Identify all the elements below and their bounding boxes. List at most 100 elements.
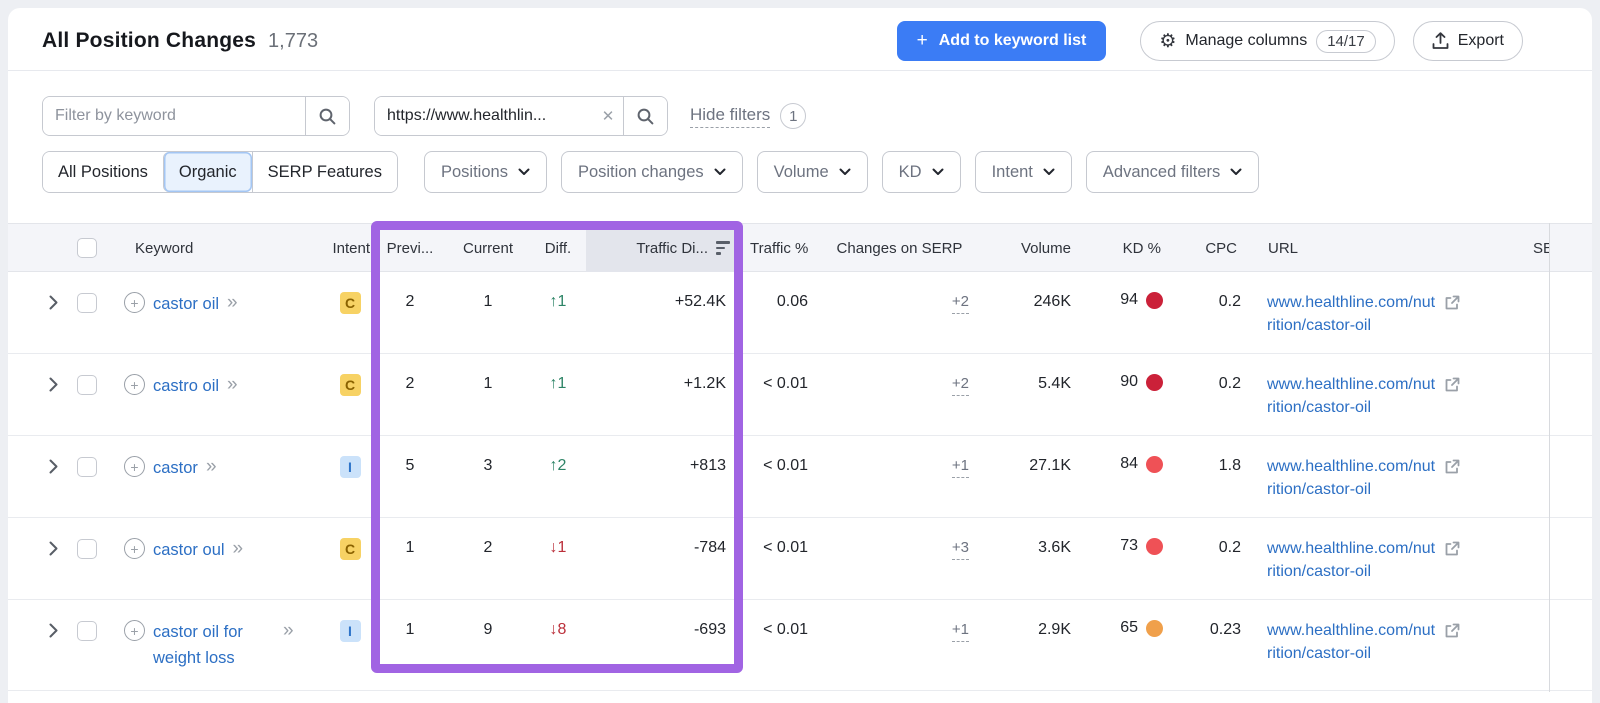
keyword-link[interactable]: castor oil for weight loss xyxy=(153,619,275,671)
intent-filter-dropdown[interactable]: Intent xyxy=(975,151,1072,193)
url-link[interactable]: www.healthline.com/nut xyxy=(1267,455,1435,478)
pinned-column-divider xyxy=(1549,223,1550,692)
col-header-kd[interactable]: KD % xyxy=(1073,240,1167,257)
col-header-traffic-diff[interactable]: Traffic Di... xyxy=(586,224,742,272)
expand-row-button[interactable] xyxy=(8,436,66,474)
url-cell: www.healthline.com/nut rition/castor-oil xyxy=(1241,272,1513,337)
double-chevron-icon[interactable]: » xyxy=(206,455,217,479)
row-checkbox[interactable] xyxy=(77,293,97,313)
external-link-icon[interactable] xyxy=(1444,458,1461,475)
serp-changes-link[interactable]: +3 xyxy=(952,539,969,560)
traffic-diff-value: -693 xyxy=(586,600,742,639)
url-filter-input[interactable] xyxy=(375,97,593,135)
previous-position: 2 xyxy=(374,354,446,393)
add-keyword-icon[interactable]: + xyxy=(124,620,145,641)
serp-changes-link[interactable]: +1 xyxy=(952,621,969,642)
url-link[interactable]: www.healthline.com/nut xyxy=(1267,291,1435,314)
add-keyword-icon[interactable]: + xyxy=(124,292,145,313)
col-header-keyword[interactable]: Keyword xyxy=(108,240,326,257)
url-link[interactable]: www.healthline.com/nut xyxy=(1267,619,1435,642)
intent-badge: I xyxy=(340,620,361,642)
col-header-url[interactable]: URL xyxy=(1241,240,1513,257)
col-header-current[interactable]: Current xyxy=(446,240,530,257)
export-button[interactable]: Export xyxy=(1413,21,1523,61)
add-to-keyword-list-button[interactable]: + Add to keyword list xyxy=(897,21,1107,61)
url-cell: www.healthline.com/nut rition/castor-oil xyxy=(1241,436,1513,501)
clear-url-icon[interactable]: ✕ xyxy=(593,97,623,135)
col-header-diff[interactable]: Diff. xyxy=(530,240,586,257)
keyword-filter-input[interactable] xyxy=(43,97,305,135)
chevron-right-icon xyxy=(49,541,58,556)
row-checkbox[interactable] xyxy=(77,621,97,641)
table-row: + castro oil » C 2 1 ↑1 +1.2K < 0.01 +2 … xyxy=(8,354,1592,436)
url-link[interactable]: rition/castor-oil xyxy=(1267,481,1371,498)
expand-row-button[interactable] xyxy=(8,272,66,310)
sort-desc-icon[interactable] xyxy=(716,241,730,255)
double-chevron-icon[interactable]: » xyxy=(227,291,238,315)
row-checkbox[interactable] xyxy=(77,375,97,395)
panel-header: All Position Changes 1,773 + Add to keyw… xyxy=(8,8,1592,70)
url-cell: www.healthline.com/nut rition/castor-oil xyxy=(1241,354,1513,419)
advanced-filters-dropdown[interactable]: Advanced filters xyxy=(1086,151,1259,193)
col-header-se[interactable]: SE xyxy=(1513,240,1549,257)
kd-filter-dropdown[interactable]: KD xyxy=(882,151,961,193)
intent-badge: C xyxy=(340,538,361,560)
table-body: + castor oil » C 2 1 ↑1 +52.4K 0.06 +2 2… xyxy=(8,272,1592,691)
double-chevron-icon[interactable]: » xyxy=(283,619,294,643)
col-header-volume[interactable]: Volume xyxy=(977,240,1073,257)
expand-row-button[interactable] xyxy=(8,518,66,556)
url-search-button[interactable] xyxy=(623,97,667,135)
chevron-right-icon xyxy=(49,377,58,392)
manage-columns-button[interactable]: ⚙ Manage columns 14/17 xyxy=(1140,21,1394,61)
traffic-pct-value: < 0.01 xyxy=(742,600,822,639)
col-header-serp-changes[interactable]: Changes on SERP xyxy=(822,240,977,257)
url-link[interactable]: rition/castor-oil xyxy=(1267,399,1371,416)
tab-all-positions[interactable]: All Positions xyxy=(43,152,163,192)
position-changes-filter-dropdown[interactable]: Position changes xyxy=(561,151,743,193)
keyword-link[interactable]: castor oul xyxy=(153,537,225,563)
keyword-link[interactable]: castor xyxy=(153,455,198,481)
add-keyword-icon[interactable]: + xyxy=(124,374,145,395)
expand-row-button[interactable] xyxy=(8,600,66,638)
keyword-filter-group xyxy=(42,96,350,136)
add-keyword-icon[interactable]: + xyxy=(124,538,145,559)
traffic-pct-value: < 0.01 xyxy=(742,436,822,475)
external-link-icon[interactable] xyxy=(1444,622,1461,639)
col-header-previous[interactable]: Previ... xyxy=(374,240,446,257)
url-link[interactable]: www.healthline.com/nut xyxy=(1267,537,1435,560)
col-header-intent[interactable]: Intent xyxy=(326,240,374,257)
plus-icon: + xyxy=(917,30,928,52)
url-link[interactable]: rition/castor-oil xyxy=(1267,645,1371,662)
url-link[interactable]: rition/castor-oil xyxy=(1267,563,1371,580)
url-link[interactable]: www.healthline.com/nut xyxy=(1267,373,1435,396)
previous-position: 2 xyxy=(374,272,446,311)
serp-changes-link[interactable]: +2 xyxy=(952,293,969,314)
url-link[interactable]: rition/castor-oil xyxy=(1267,317,1371,334)
hide-filters-link[interactable]: Hide filters xyxy=(690,105,770,128)
keyword-link[interactable]: castor oil xyxy=(153,291,219,317)
volume-filter-dropdown[interactable]: Volume xyxy=(757,151,868,193)
position-changes-table: Keyword Intent Previ... Current Diff. Tr… xyxy=(8,223,1592,691)
col-header-traffic-pct[interactable]: Traffic % xyxy=(742,240,822,257)
select-all-checkbox[interactable] xyxy=(77,238,97,258)
serp-changes-link[interactable]: +1 xyxy=(952,457,969,478)
row-checkbox[interactable] xyxy=(77,457,97,477)
kd-difficulty-dot xyxy=(1146,620,1163,637)
positions-filter-dropdown[interactable]: Positions xyxy=(424,151,547,193)
double-chevron-icon[interactable]: » xyxy=(233,537,244,561)
double-chevron-icon[interactable]: » xyxy=(227,373,238,397)
row-checkbox[interactable] xyxy=(77,539,97,559)
col-header-cpc[interactable]: CPC xyxy=(1167,240,1241,257)
external-link-icon[interactable] xyxy=(1444,376,1461,393)
chevron-right-icon xyxy=(49,295,58,310)
serp-changes-link[interactable]: +2 xyxy=(952,375,969,396)
tab-organic[interactable]: Organic xyxy=(163,152,252,192)
keyword-search-button[interactable] xyxy=(305,97,349,135)
export-icon xyxy=(1432,32,1449,50)
external-link-icon[interactable] xyxy=(1444,540,1461,557)
external-link-icon[interactable] xyxy=(1444,294,1461,311)
add-keyword-icon[interactable]: + xyxy=(124,456,145,477)
keyword-link[interactable]: castro oil xyxy=(153,373,219,399)
tab-serp-features[interactable]: SERP Features xyxy=(252,152,397,192)
expand-row-button[interactable] xyxy=(8,354,66,392)
